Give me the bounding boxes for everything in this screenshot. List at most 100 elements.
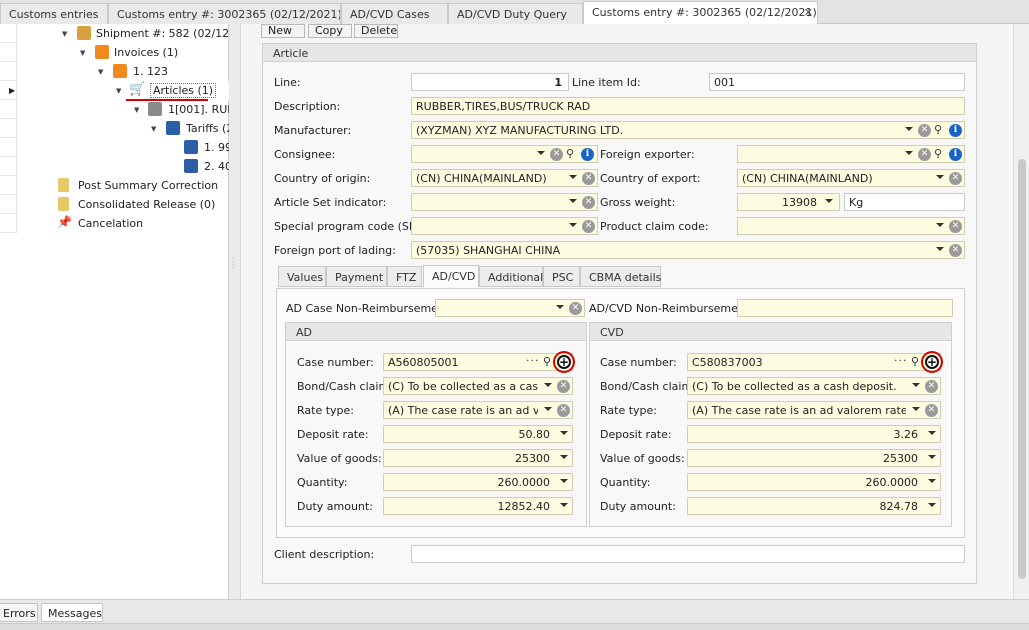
tab-customs-entry-1[interactable]: Customs entry #: 3002365 (02/12/2021) [108, 3, 341, 24]
product-claim-dropdown[interactable]: ✕ [737, 217, 965, 235]
line-item-id-field[interactable]: 001 [709, 73, 965, 91]
ad-deposit-rate-field[interactable]: 50.80 [383, 425, 573, 443]
tree-item-articles[interactable]: ▶ ▼ 🛒 Articles (1) [0, 81, 229, 100]
clear-icon[interactable]: ✕ [918, 148, 931, 161]
chevron-down-icon[interactable] [544, 383, 552, 387]
copy-button[interactable]: Copy [308, 24, 352, 38]
tab-values[interactable]: Values [278, 266, 326, 287]
adcvd-nonreimb-field[interactable] [737, 299, 953, 317]
tree-item-invoice-1[interactable]: ▼ 1. 123 [0, 62, 229, 81]
search-icon[interactable]: ⚲ [934, 123, 942, 136]
tree-item-tariff-1[interactable]: 1. 99 [0, 138, 229, 157]
tree-item-article-1[interactable]: ▼ 1[001]. RUB [0, 100, 229, 119]
ad-duty-field[interactable]: 12852.40 [383, 497, 573, 515]
tab-adcvd-duty-query[interactable]: AD/CVD Duty Query [448, 3, 583, 24]
tree-item-cancelation[interactable]: 📌 Cancelation [0, 214, 229, 233]
chevron-down-icon[interactable] [905, 127, 913, 131]
gross-weight-field[interactable]: 13908 [737, 193, 840, 211]
line-field[interactable]: 1 [411, 73, 569, 91]
chevron-down-icon[interactable] [569, 199, 577, 203]
clear-icon[interactable]: ✕ [925, 380, 938, 393]
scrollbar-thumb[interactable] [1018, 159, 1026, 579]
chevron-down-icon[interactable] [905, 151, 913, 155]
tab-errors[interactable]: Errors [0, 603, 38, 622]
chevron-down-icon[interactable]: ▼ [98, 68, 103, 76]
chevron-down-icon[interactable] [936, 247, 944, 251]
delete-button[interactable]: Delete [354, 24, 398, 38]
tab-messages[interactable]: Messages [41, 603, 103, 622]
chevron-down-icon[interactable]: ▼ [151, 125, 156, 133]
spi-dropdown[interactable]: ✕ [411, 217, 598, 235]
tree-item-tariff-2[interactable]: 2. 40 [0, 157, 229, 176]
chevron-down-icon[interactable] [569, 175, 577, 179]
ad-case-nonreimb-dropdown[interactable]: ✕ [435, 299, 585, 317]
info-icon[interactable]: i [949, 124, 962, 137]
tab-adcvd[interactable]: AD/CVD [423, 265, 479, 287]
chevron-down-icon[interactable] [936, 175, 944, 179]
ad-rate-type-dropdown[interactable]: (A) The case rate is an ad valorem rate.… [383, 401, 573, 419]
weight-unit-field[interactable]: Kg [844, 193, 965, 211]
chevron-down-icon[interactable] [560, 431, 568, 435]
cvd-rate-type-dropdown[interactable]: (A) The case rate is an ad valorem rate.… [687, 401, 941, 419]
chevron-down-icon[interactable] [912, 383, 920, 387]
vertical-scrollbar[interactable] [1013, 24, 1029, 599]
new-button[interactable]: New [261, 24, 305, 38]
chevron-down-icon[interactable] [560, 503, 568, 507]
tab-psc[interactable]: PSC [543, 266, 580, 287]
chevron-down-icon[interactable] [560, 455, 568, 459]
clear-icon[interactable]: ✕ [550, 148, 563, 161]
tab-adcvd-cases[interactable]: AD/CVD Cases [341, 3, 448, 24]
tree-item-shipment[interactable]: ▼ Shipment #: 582 (02/12/20 [0, 24, 229, 43]
search-icon[interactable]: ⚲ [543, 355, 551, 368]
search-icon[interactable]: ⚲ [934, 147, 942, 160]
chevron-down-icon[interactable]: ▼ [80, 49, 85, 57]
tab-payment[interactable]: Payment [326, 266, 387, 287]
chevron-down-icon[interactable] [537, 151, 545, 155]
chevron-down-icon[interactable] [928, 455, 936, 459]
foreign-exporter-dropdown[interactable]: ✕ ⚲ i [737, 145, 965, 163]
tab-customs-entries[interactable]: Customs entries [0, 3, 108, 24]
chevron-down-icon[interactable] [912, 407, 920, 411]
cvd-deposit-rate-field[interactable]: 3.26 [687, 425, 941, 443]
tab-cbma-details[interactable]: CBMA details [580, 266, 661, 287]
cvd-value-goods-field[interactable]: 25300 [687, 449, 941, 467]
pane-splitter[interactable] [229, 24, 241, 599]
search-icon[interactable]: ⚲ [566, 147, 574, 160]
tree-item-tariffs[interactable]: ▼ Tariffs (2 [0, 119, 229, 138]
port-dropdown[interactable]: (57035) SHANGHAI CHINA ✕ [411, 241, 965, 259]
info-icon[interactable]: i [581, 148, 594, 161]
chevron-down-icon[interactable] [556, 305, 564, 309]
clear-icon[interactable]: ✕ [582, 196, 595, 209]
clear-icon[interactable]: ✕ [918, 124, 931, 137]
ellipsis-icon[interactable]: ··· [526, 354, 540, 367]
clear-icon[interactable]: ✕ [582, 172, 595, 185]
manufacturer-dropdown[interactable]: (XYZMAN) XYZ MANUFACTURING LTD. ✕ ⚲ i [411, 121, 965, 139]
clear-icon[interactable]: ✕ [557, 380, 570, 393]
ellipsis-icon[interactable]: ··· [894, 354, 908, 367]
search-icon[interactable]: ⚲ [911, 355, 919, 368]
ad-case-number-field[interactable]: A560805001 ··· ⚲ + [383, 353, 573, 371]
chevron-down-icon[interactable] [936, 223, 944, 227]
clear-icon[interactable]: ✕ [582, 220, 595, 233]
chevron-down-icon[interactable] [544, 407, 552, 411]
article-set-dropdown[interactable]: ✕ [411, 193, 598, 211]
description-field[interactable]: RUBBER,TIRES,BUS/TRUCK RAD [411, 97, 965, 115]
tree-item-consolidated[interactable]: Consolidated Release (0) [0, 195, 229, 214]
clear-icon[interactable]: ✕ [925, 404, 938, 417]
cvd-quantity-field[interactable]: 260.0000 [687, 473, 941, 491]
cvd-case-number-field[interactable]: C580837003 ··· ⚲ + [687, 353, 941, 371]
chevron-down-icon[interactable] [560, 479, 568, 483]
clear-icon[interactable]: ✕ [569, 302, 582, 315]
clear-icon[interactable]: ✕ [949, 220, 962, 233]
tree-item-post-summary[interactable]: Post Summary Correction [0, 176, 229, 195]
chevron-down-icon[interactable] [928, 431, 936, 435]
chevron-down-icon[interactable]: ▼ [62, 30, 67, 38]
tab-ftz[interactable]: FTZ [387, 266, 422, 287]
cvd-duty-field[interactable]: 824.78 [687, 497, 941, 515]
info-icon[interactable]: i [949, 148, 962, 161]
chevron-down-icon[interactable] [928, 503, 936, 507]
cvd-bond-dropdown[interactable]: (C) To be collected as a cash deposit. ✕ [687, 377, 941, 395]
clear-icon[interactable]: ✕ [949, 172, 962, 185]
clear-icon[interactable]: ✕ [557, 404, 570, 417]
chevron-down-icon[interactable] [928, 479, 936, 483]
